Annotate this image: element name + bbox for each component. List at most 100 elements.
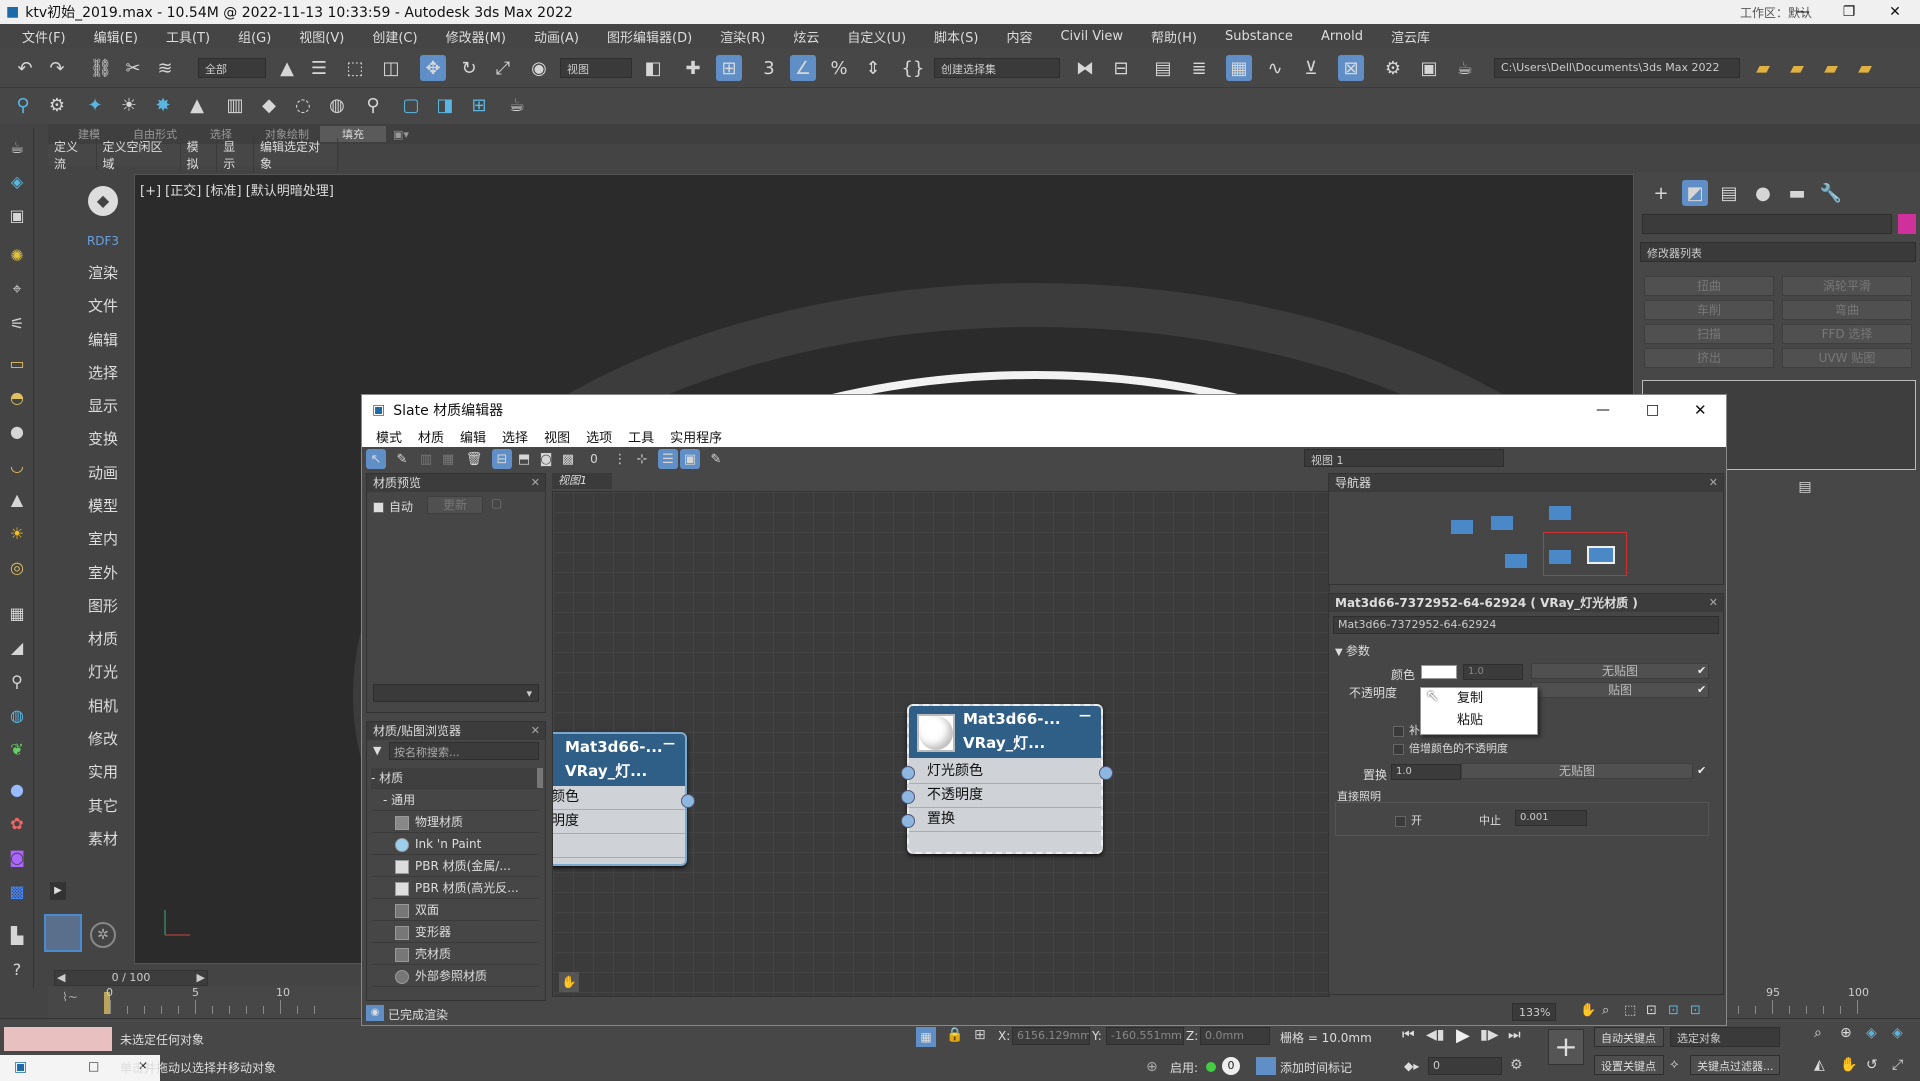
tool-dome-icon[interactable]: ◓ xyxy=(4,384,30,410)
minimize-icon[interactable]: — xyxy=(1780,0,1826,24)
tool-grid-icon[interactable]: ▦ xyxy=(4,600,30,626)
menu-arnold[interactable]: Arnold xyxy=(1307,29,1377,44)
vray-light-icon[interactable]: ✦ xyxy=(82,92,108,118)
menu-create[interactable]: 创建(C) xyxy=(358,27,431,46)
vray-lister-icon[interactable]: ⊞ xyxy=(466,92,492,118)
slate-menu-select[interactable]: 选择 xyxy=(494,427,536,446)
ribbon-edit-selected[interactable]: 编辑选定对象 xyxy=(254,138,338,172)
select-object-icon[interactable]: ▲ xyxy=(274,55,300,81)
absolute-mode-icon[interactable]: ⊞ xyxy=(974,1027,986,1043)
material-name-field[interactable]: Mat3d66-7372952-64-62924 xyxy=(1333,616,1719,634)
mod-extrude-button[interactable]: 挤出 xyxy=(1644,348,1774,368)
direct-on-checkbox[interactable]: 开 xyxy=(1395,812,1422,828)
tool-bowl-icon[interactable]: ◡ xyxy=(4,452,30,478)
auto-update-checkbox[interactable]: 自动 xyxy=(373,498,413,515)
slate-menu-material[interactable]: 材质 xyxy=(410,427,452,446)
select-place-icon[interactable]: ◉ xyxy=(526,55,552,81)
opacity-map-button[interactable]: 贴图 xyxy=(1531,682,1709,698)
mod-ffd-select-button[interactable]: FFD 选择 xyxy=(1782,324,1912,344)
menu-xuanyun[interactable]: 炫云 xyxy=(779,27,833,46)
browser-item-double-sided[interactable]: 双面 xyxy=(371,900,539,921)
browser-search-field[interactable]: 按名称搜索... xyxy=(389,742,539,760)
multiply-opacity-checkbox[interactable]: 倍增颜色的不透明度 xyxy=(1393,740,1508,756)
select-scale-icon[interactable]: ⤢ xyxy=(490,55,516,81)
cmd-animation[interactable]: 动画 xyxy=(78,462,128,483)
menu-tools[interactable]: 工具(T) xyxy=(152,27,224,46)
slate-move-children-icon[interactable]: ⊟ xyxy=(492,449,512,469)
cmd-assets[interactable]: 素材 xyxy=(78,828,128,849)
menu-view[interactable]: 视图(V) xyxy=(285,27,358,46)
menu-substance[interactable]: Substance xyxy=(1211,29,1307,44)
cmd-other[interactable]: 其它 xyxy=(78,795,128,816)
slate-minimize-icon[interactable]: — xyxy=(1596,402,1610,418)
z-coordinate-field[interactable]: 0.0mm xyxy=(1200,1027,1270,1045)
slate-show-map-icon[interactable]: ◙ xyxy=(536,449,556,469)
slate-extents-icon[interactable]: ⊡ xyxy=(1690,1003,1701,1018)
browser-scrollbar[interactable] xyxy=(537,768,543,788)
cmd-select[interactable]: 选择 xyxy=(78,362,128,383)
preview-close-icon[interactable]: ✕ xyxy=(531,474,540,492)
node-graph-view[interactable]: Mat3d66-... VRay_灯... — 颜色 明度 Mat3d66-..… xyxy=(552,491,1330,997)
node-slot-displacement[interactable]: 置换 xyxy=(909,808,1101,832)
tool-purple-icon[interactable]: ◙ xyxy=(4,844,30,870)
browser-item-physical[interactable]: 物理材质 xyxy=(371,812,539,833)
schematic-view-icon[interactable]: ⊻ xyxy=(1298,55,1324,81)
node-selected-collapse-icon[interactable]: — xyxy=(1079,708,1091,722)
snaps-toggle-icon[interactable]: 3 xyxy=(756,55,782,81)
node-selected-header[interactable]: Mat3d66-... VRay_灯... — xyxy=(909,706,1101,758)
unlink-icon[interactable]: ✂ xyxy=(120,55,146,81)
curve-editor-icon[interactable]: ∿ xyxy=(1262,55,1288,81)
menu-graph-editors[interactable]: 图形编辑器(D) xyxy=(593,27,706,46)
node-slot-opacity[interactable]: 不透明度 xyxy=(909,784,1101,808)
node-left-header[interactable]: Mat3d66-... VRay_灯... — xyxy=(553,734,685,786)
fov-icon[interactable]: ◭ xyxy=(1814,1057,1825,1073)
menu-group[interactable]: 组(G) xyxy=(224,27,285,46)
tool-colors-icon[interactable]: ✿ xyxy=(4,810,30,836)
open-folder-icon[interactable]: ▰ xyxy=(1784,55,1810,81)
vray-frame-buffer-icon[interactable]: ▢ xyxy=(398,92,424,118)
slate-menu-utilities[interactable]: 实用程序 xyxy=(662,427,730,446)
node-slot-light-color[interactable]: 灯光颜色 xyxy=(909,760,1101,784)
node-left-output-socket[interactable] xyxy=(681,794,695,808)
cmd-edit[interactable]: 编辑 xyxy=(78,329,128,350)
node-selected-output-socket[interactable] xyxy=(1099,766,1113,780)
auto-key-button[interactable]: 自动关键点 xyxy=(1594,1027,1664,1047)
vray-teapot-icon[interactable]: ☕ xyxy=(504,92,530,118)
slate-menu-view[interactable]: 视图 xyxy=(536,427,578,446)
context-paste[interactable]: 粘贴 xyxy=(1421,710,1537,732)
browser-close-icon[interactable]: ✕ xyxy=(531,722,540,740)
browser-options-icon[interactable]: ▼ xyxy=(373,744,381,757)
create-tab-icon[interactable]: + xyxy=(1648,180,1674,206)
slate-material-id-icon[interactable]: 0 xyxy=(584,449,604,469)
time-config-icon[interactable]: ⚙ xyxy=(1510,1057,1523,1073)
color-map-check-icon[interactable]: ✔ xyxy=(1697,664,1706,677)
set-key-big-icon[interactable]: + xyxy=(1548,1029,1584,1065)
browser-item-shell[interactable]: 壳材质 xyxy=(371,944,539,965)
cmd-modify[interactable]: 修改 xyxy=(78,728,128,749)
menu-animation[interactable]: 动画(A) xyxy=(520,27,593,46)
param-close-icon[interactable]: ✕ xyxy=(1709,594,1718,612)
preview-dropdown[interactable]: ▾ xyxy=(373,684,539,702)
maxscript-listener[interactable] xyxy=(4,1027,112,1051)
menu-file[interactable]: 文件(F) xyxy=(8,27,80,46)
slate-menu-options[interactable]: 选项 xyxy=(578,427,620,446)
maximize-viewport-icon[interactable]: ⤢ xyxy=(1892,1057,1903,1073)
slate-zoom-icon[interactable]: ⌕ xyxy=(1602,1003,1609,1018)
ribbon-define-idle-areas[interactable]: 定义空闲区域 xyxy=(97,138,181,172)
ribbon-toggle-icon[interactable]: ▦ xyxy=(1226,55,1252,81)
slate-browser-toggle-icon[interactable]: ☰ xyxy=(658,449,678,469)
zoom-extents-all-icon[interactable]: ◈ xyxy=(1892,1025,1903,1041)
cmd-model[interactable]: 模型 xyxy=(78,495,128,516)
named-selection-dropdown[interactable]: 创建选择集 xyxy=(934,58,1060,78)
save-folder-icon[interactable]: ▰ xyxy=(1818,55,1844,81)
cmd-display[interactable]: 显示 xyxy=(78,395,128,416)
selection-filter-dropdown[interactable]: 全部 xyxy=(198,58,266,78)
slate-frame-selected-icon[interactable]: ⊡ xyxy=(1668,1003,1679,1018)
cmd-exterior[interactable]: 室外 xyxy=(78,562,128,583)
zoom-extents-icon[interactable]: ◈ xyxy=(1866,1025,1877,1041)
key-filters-button[interactable]: 关键点过滤器... xyxy=(1690,1055,1780,1075)
socket-displacement[interactable] xyxy=(901,814,915,828)
vray-ambient-icon[interactable]: ▲ xyxy=(184,92,210,118)
set-key-button[interactable]: 设置关键点 xyxy=(1594,1055,1664,1075)
close-icon[interactable]: ✕ xyxy=(1872,0,1918,24)
